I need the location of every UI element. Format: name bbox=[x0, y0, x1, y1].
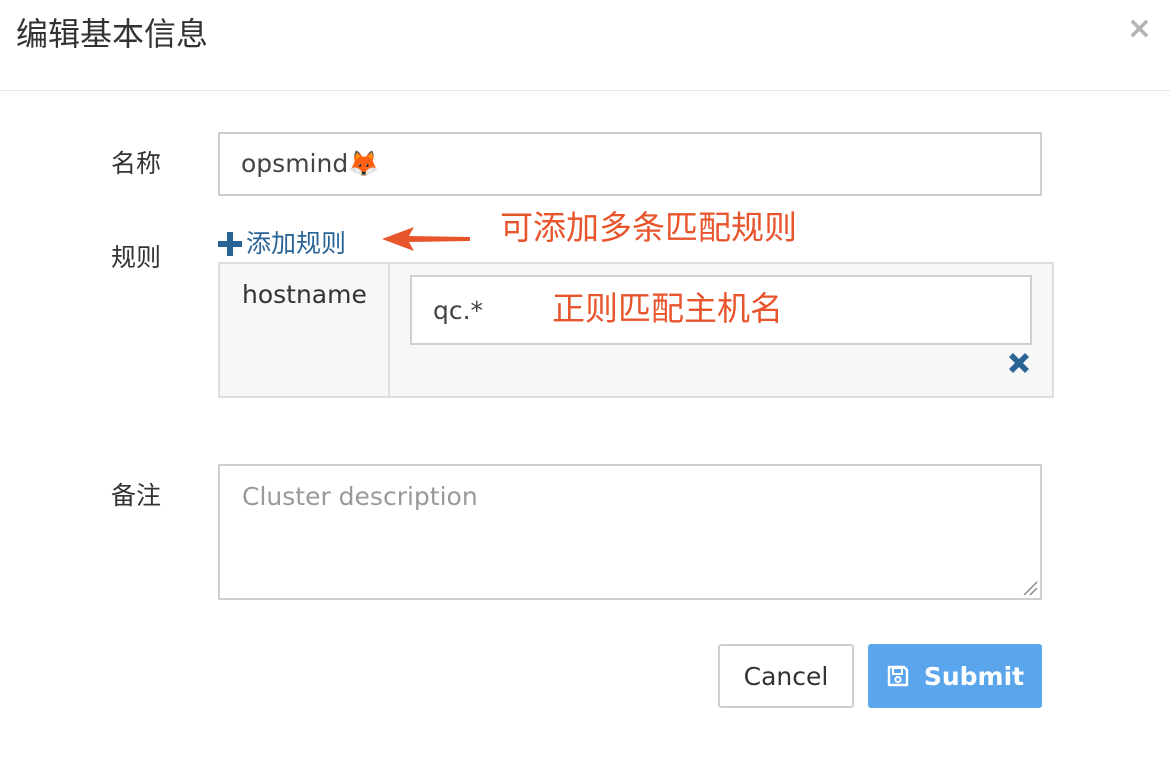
regex-annotation: 正则匹配主机名 bbox=[552, 289, 783, 328]
name-input-value: opsmind🦊 bbox=[241, 149, 380, 178]
plus-icon bbox=[218, 232, 242, 256]
close-icon[interactable]: × bbox=[1127, 12, 1152, 46]
floppy-disk-icon bbox=[887, 665, 909, 687]
rule-key-hostname: hostname bbox=[242, 280, 367, 309]
rule-divider bbox=[388, 264, 390, 396]
resize-handle-icon[interactable] bbox=[1022, 580, 1038, 596]
submit-button[interactable]: Submit bbox=[868, 644, 1042, 708]
name-label: 名称 bbox=[111, 149, 162, 178]
add-rule-link[interactable]: 添加规则 bbox=[218, 228, 346, 260]
rule-value-text: qc.* bbox=[433, 295, 484, 325]
add-rule-annotation: 可添加多条匹配规则 bbox=[500, 208, 797, 247]
name-input[interactable]: opsmind🦊 bbox=[218, 132, 1042, 196]
cancel-button-label: Cancel bbox=[743, 661, 829, 691]
annotation-arrow-icon bbox=[382, 227, 470, 251]
note-placeholder: Cluster description bbox=[242, 482, 478, 511]
add-rule-label: 添加规则 bbox=[246, 229, 347, 258]
rules-label: 规则 bbox=[111, 243, 162, 272]
cancel-button[interactable]: Cancel bbox=[718, 644, 854, 708]
remove-rule-icon[interactable] bbox=[1004, 348, 1034, 378]
dialog-title: 编辑基本信息 bbox=[16, 15, 209, 53]
submit-button-label: Submit bbox=[923, 661, 1025, 691]
note-label: 备注 bbox=[111, 481, 162, 510]
dialog-header: 编辑基本信息 × bbox=[0, 0, 1170, 91]
